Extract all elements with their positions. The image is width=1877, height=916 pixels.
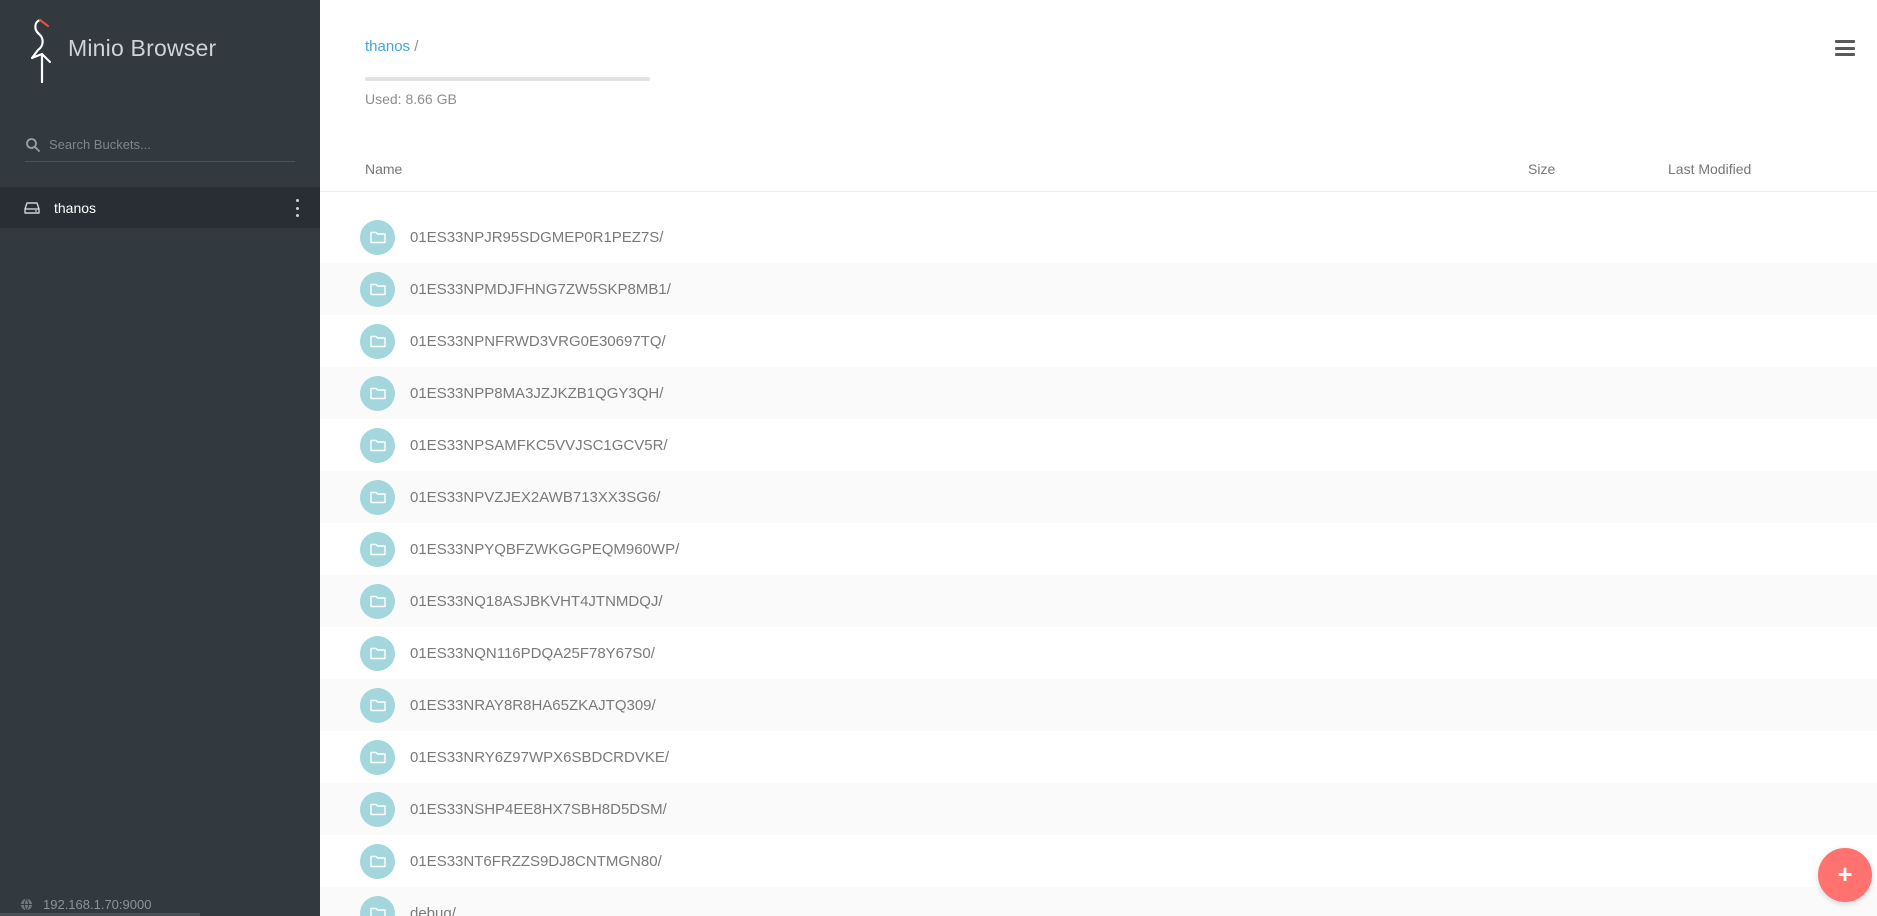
bucket-name: thanos: [54, 199, 97, 216]
table-row[interactable]: 01ES33NPMDJFHNG7ZW5SKP8MB1/: [320, 263, 1877, 315]
table-row[interactable]: 01ES33NQN116PDQA25F78Y67S0/: [320, 627, 1877, 679]
object-list: 01ES33NPJR95SDGMEP0R1PEZ7S/ 01ES33NPMDJF…: [320, 211, 1877, 916]
folder-icon: [360, 739, 395, 775]
sidebar-item-thanos[interactable]: thanos: [0, 187, 320, 228]
row-name: 01ES33NT6FRZZS9DJ8CNTMGN80/: [410, 852, 662, 870]
column-header-name[interactable]: Name: [365, 161, 402, 177]
row-name: debug/: [410, 904, 456, 916]
folder-icon: [360, 687, 395, 723]
table-row[interactable]: 01ES33NPSAMFKC5VVJSC1GCV5R/: [320, 419, 1877, 471]
row-name: 01ES33NPJR95SDGMEP0R1PEZ7S/: [410, 228, 664, 246]
table-row[interactable]: 01ES33NRAY8R8HA65ZKAJTQ309/: [320, 679, 1877, 731]
table-row[interactable]: 01ES33NPVZJEX2AWB713XX3SG6/: [320, 471, 1877, 523]
row-name: 01ES33NSHP4EE8HX7SBH8D5DSM/: [410, 800, 667, 818]
folder-icon: [360, 375, 395, 411]
search-buckets-input[interactable]: [49, 137, 295, 152]
folder-icon: [360, 583, 395, 619]
row-name: 01ES33NPNFRWD3VRG0E30697TQ/: [410, 332, 666, 350]
usage-progress-fill: [365, 77, 650, 81]
drive-icon: [24, 201, 40, 214]
folder-icon: [360, 323, 395, 359]
folder-icon: [360, 791, 395, 827]
table-row[interactable]: 01ES33NPYQBFZWKGGPEQM960WP/: [320, 523, 1877, 575]
folder-icon: [360, 271, 395, 307]
main-content: thanos / Used: 8.66 GB Name Size Last Mo…: [320, 0, 1877, 916]
table-row[interactable]: 01ES33NQ18ASJBKVHT4JTNMDQJ/: [320, 575, 1877, 627]
table-row[interactable]: debug/: [320, 887, 1877, 916]
folder-icon: [360, 479, 395, 515]
folder-icon: [360, 427, 395, 463]
row-name: 01ES33NPVZJEX2AWB713XX3SG6/: [410, 488, 661, 506]
brand[interactable]: Minio Browser: [22, 18, 216, 84]
column-header-size[interactable]: Size: [1528, 161, 1555, 177]
usage-progress-bar: [365, 77, 650, 81]
folder-icon: [360, 843, 395, 879]
table-row[interactable]: 01ES33NRY6Z97WPX6SBDCRDVKE/: [320, 731, 1877, 783]
row-name: 01ES33NPMDJFHNG7ZW5SKP8MB1/: [410, 280, 671, 298]
row-name: 01ES33NRY6Z97WPX6SBDCRDVKE/: [410, 748, 669, 766]
row-name: 01ES33NPSAMFKC5VVJSC1GCV5R/: [410, 436, 668, 454]
folder-icon: [360, 895, 395, 916]
usage-text: Used: 8.66 GB: [365, 91, 457, 107]
menu-hamburger-icon[interactable]: [1835, 40, 1855, 56]
plus-icon: +: [1837, 859, 1853, 889]
globe-icon: [20, 898, 33, 911]
row-name: 01ES33NPP8MA3JZJKZB1QGY3QH/: [410, 384, 664, 402]
bucket-menu-icon[interactable]: [294, 199, 300, 217]
table-row[interactable]: 01ES33NPJR95SDGMEP0R1PEZ7S/: [320, 211, 1877, 263]
row-name: 01ES33NQ18ASJBKVHT4JTNMDQJ/: [410, 592, 663, 610]
column-header-last-modified[interactable]: Last Modified: [1668, 161, 1751, 177]
folder-icon: [360, 531, 395, 567]
breadcrumb-separator: /: [414, 38, 419, 55]
folder-icon: [360, 635, 395, 671]
search-buckets: [25, 128, 295, 162]
breadcrumb-bucket-link[interactable]: thanos: [365, 38, 410, 55]
folder-icon: [360, 219, 395, 255]
sidebar: Minio Browser thanos 192.168.1.70:9000: [0, 0, 320, 916]
add-button[interactable]: +: [1818, 848, 1872, 902]
host-info: 192.168.1.70:9000: [20, 897, 151, 912]
table-row[interactable]: 01ES33NSHP4EE8HX7SBH8D5DSM/: [320, 783, 1877, 835]
search-icon: [26, 137, 40, 152]
table-row[interactable]: 01ES33NT6FRZZS9DJ8CNTMGN80/: [320, 835, 1877, 887]
row-name: 01ES33NPYQBFZWKGGPEQM960WP/: [410, 540, 680, 558]
row-name: 01ES33NRAY8R8HA65ZKAJTQ309/: [410, 696, 656, 714]
minio-logo-icon: [30, 18, 51, 84]
brand-title: Minio Browser: [68, 34, 217, 61]
table-row[interactable]: 01ES33NPP8MA3JZJKZB1QGY3QH/: [320, 367, 1877, 419]
table-header: Name Size Last Modified: [320, 150, 1877, 192]
host-address: 192.168.1.70:9000: [43, 897, 152, 912]
row-name: 01ES33NQN116PDQA25F78Y67S0/: [410, 644, 655, 662]
table-row[interactable]: 01ES33NPNFRWD3VRG0E30697TQ/: [320, 315, 1877, 367]
breadcrumb: thanos /: [365, 38, 418, 55]
